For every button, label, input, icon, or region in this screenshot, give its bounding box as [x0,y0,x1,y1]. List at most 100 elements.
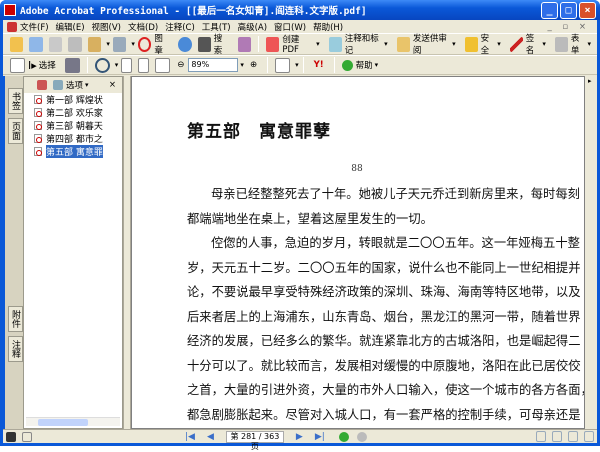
stamp-label: 图章 [154,34,163,56]
text-line: 之首，大量的引进外资，大量的市外人口输入，使这一个城市的各方各面， [187,383,585,397]
tab-attachments[interactable]: 附件 [8,306,23,332]
zoom-in-tool-icon[interactable] [94,57,110,73]
hand-tool-icon[interactable] [10,57,25,73]
new-bookmark-icon[interactable] [53,80,63,90]
text-line: 都急剧膨胀起来。尽管对入城人口，有一套严格的控制手续，可母亲还是 [187,407,581,422]
pen-icon [509,36,523,52]
pdf-page: 第五部 寓意罪孽 88 母亲已经整整死去了十年。她被儿子天元乔迁到新房里来，每时… [187,117,585,428]
help-label: 帮助 [355,61,373,71]
menu-advanced[interactable]: 高级(A) [238,21,267,33]
page-size-icon [22,431,32,442]
expand-bookmark-icon[interactable] [37,80,47,90]
maximize-button[interactable]: □ [560,1,577,19]
text-line: 论，不要说最早享受特殊经济政策的深圳、珠海、海南等特区地带，以及 [187,285,581,299]
app-window: Adobe Acrobat Professional - [[最后一名女知青].… [0,0,600,451]
help-button[interactable]: 帮助 ▾ [339,59,378,71]
bookmark-item[interactable]: 第四部 都市之 [24,132,122,145]
menu-view[interactable]: 视图(V) [92,21,121,33]
forms-icon [554,36,568,52]
next-page-button[interactable]: ▶ [296,432,303,442]
print-icon[interactable] [68,36,82,52]
comment-markup-button[interactable]: 注释和标记 ▾ [326,32,388,56]
page-icon [34,108,42,117]
last-page-button[interactable]: ▶| [315,432,325,442]
fit-width-icon[interactable] [155,57,171,73]
single-page-icon[interactable] [536,431,546,442]
toolbar-main: ▾ ▾ 图章 搜索 创建 PDF ▾ 注释和标记 ▾ 发送供审阅 ▾ 安全 ▾ 签名 ▾ … [3,32,597,56]
page-indicator[interactable]: 第 281 / 363 页 [225,430,284,451]
document-view: 第五部 寓意罪孽 88 母亲已经整整死去了十年。她被儿子天元乔迁到新房里来，每时… [131,76,585,429]
sign-button[interactable]: 签名 ▾ [507,32,546,56]
continuous-icon[interactable] [552,431,562,442]
text-line: 十分可以了。就比较而言，发展相对缓慢的中原腹地，洛阳在此已居佼佼 [187,358,581,373]
bookmark-list: 第一部 辉煌状 第二部 欢乐家 第三部 朝暮天 第四部 都市之 第五部 寓意罪 [24,93,122,158]
edit-image-icon[interactable] [237,36,252,52]
zoom-input[interactable]: 89% [188,58,239,72]
menu-help[interactable]: 帮助(H) [313,21,343,33]
tab-bookmarks[interactable]: 书签 [8,88,23,114]
forms-button[interactable]: 表单 ▾ [552,32,591,56]
menu-edit[interactable]: 编辑(E) [56,21,85,33]
horizontal-scrollbar[interactable] [26,417,120,426]
menu-document[interactable]: 文档(D) [128,21,158,33]
send-review-button[interactable]: 发送供审阅 ▾ [394,32,456,56]
bookmark-item[interactable]: 第三部 朝暮天 [24,119,122,132]
save-icon[interactable] [48,36,63,52]
secure-button[interactable]: 安全 ▾ [462,32,501,56]
menu-file[interactable]: 文件(F) [20,21,49,33]
bookmarks-panel: 选项 ▾ × 第一部 辉煌状 第二部 欢乐家 第三部 朝暮天 第四部 都市之 第五部 寓意… [23,76,123,429]
menu-comments[interactable]: 注释(C) [165,21,195,33]
organizer-icon[interactable] [29,36,43,52]
bookmark-item[interactable]: 第五部 寓意罪 [24,145,122,158]
search-button[interactable]: 搜索 [195,32,229,56]
text-line: 倥偬的人事，急迫的岁月，转眼就是二〇〇五年。这一年娅梅五十整 [211,236,580,250]
stamp-icon [137,36,152,52]
rotate-icon[interactable] [275,57,291,73]
menu-window[interactable]: 窗口(W) [274,21,306,33]
page-icon [34,121,42,130]
prev-page-button[interactable]: ◀ [207,432,214,442]
go-back-icon[interactable] [338,431,349,442]
show-nav-icon[interactable] [6,431,16,442]
tab-pages[interactable]: 页面 [8,118,23,144]
page-icon [34,95,42,104]
bookmark-item[interactable]: 第一部 辉煌状 [24,93,122,106]
menu-tools[interactable]: 工具(T) [202,21,231,33]
review-icon [396,36,410,52]
zoom-out-icon[interactable]: ⊖ [177,60,184,70]
open-icon[interactable] [10,36,24,52]
tab-comments[interactable]: 注释 [8,336,23,362]
text-line: 都端端地坐在桌上，望着这屋里发生的一切。 [187,211,433,226]
zoom-in-icon[interactable]: ⊕ [250,60,257,70]
yahoo-icon[interactable]: Y! [314,60,324,70]
go-forward-icon[interactable] [356,431,367,442]
first-page-button[interactable]: |◀ [185,432,195,442]
create-pdf-icon [266,36,280,52]
continuous-facing-icon[interactable] [568,431,578,442]
panel-splitter[interactable] [123,76,131,429]
side-tabs: 书签 页面 附件 注释 [3,76,23,429]
select-tool-button[interactable]: I▸ 选择 [28,59,56,72]
facing-icon[interactable] [584,431,594,442]
options-menu[interactable]: 选项 [66,79,83,91]
right-nav-strip[interactable]: ▸ [585,76,597,429]
web-icon[interactable] [178,36,192,52]
create-pdf-button[interactable]: 创建 PDF ▾ [263,33,320,55]
lock-icon [464,36,478,52]
close-panel-button[interactable]: × [109,80,116,90]
snapshot-icon[interactable] [64,57,80,73]
close-button[interactable]: × [579,1,596,19]
email-icon[interactable] [87,36,102,52]
forms-label: 表单 [570,34,580,56]
actual-size-icon[interactable] [121,57,133,73]
stamp-button[interactable]: 图章 [135,32,169,56]
minimize-button[interactable]: _ [541,1,558,19]
bookmark-item[interactable]: 第二部 欢乐家 [24,106,122,119]
attach-icon[interactable] [112,36,127,52]
create-pdf-label: 创建 PDF [282,35,300,55]
page-number: 88 [351,164,363,174]
fit-page-icon[interactable] [138,57,150,73]
bookmark-label: 第四部 都市之 [46,135,103,145]
zoom-dropdown[interactable]: ▾ [240,61,244,69]
doc-window-controls[interactable]: _ ▫ × [547,22,590,32]
